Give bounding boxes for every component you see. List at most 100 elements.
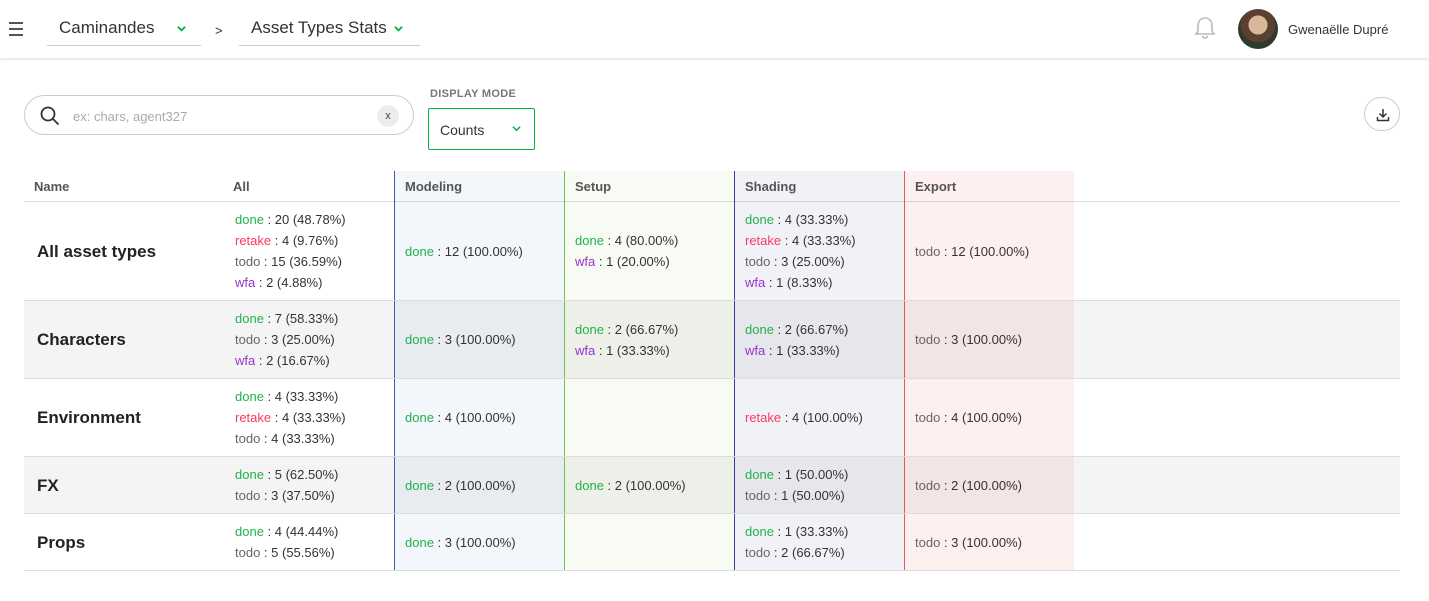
task-stats-cell: todo : 3 (100.00%) (904, 301, 1074, 378)
display-mode-select[interactable]: Counts (428, 108, 535, 150)
top-bar: Caminandes > Asset Types Stats Gwenaëlle… (0, 0, 1429, 58)
status-value: : 2 (4.88%) (255, 275, 323, 290)
search-icon (40, 106, 60, 126)
search-input[interactable] (73, 106, 363, 126)
task-stats-cell (564, 379, 734, 456)
task-stats-cell: done : 2 (100.00%) (394, 457, 564, 513)
task-stats-cell: done : 12 (100.00%) (394, 202, 564, 300)
status-stat: wfa : 1 (20.00%) (575, 251, 734, 272)
status-value: : 4 (33.33%) (263, 389, 339, 404)
header-modeling[interactable]: Modeling (394, 171, 564, 202)
status-value: : 3 (25.00%) (770, 254, 845, 269)
status-stat: wfa : 1 (33.33%) (575, 340, 734, 361)
table-header: Name All Modeling Setup Shading Export (24, 171, 1400, 202)
status-stat: todo : 4 (33.33%) (235, 428, 395, 449)
status-value: : 4 (33.33%) (781, 233, 856, 248)
status-value: : 2 (16.67%) (255, 353, 330, 368)
status-value: : 1 (33.33%) (765, 342, 840, 358)
status-value: : 4 (80.00%) (603, 233, 679, 248)
status-value: : 3 (37.50%) (260, 488, 335, 503)
status-stat: todo : 2 (66.67%) (745, 542, 904, 563)
status-value: : 4 (44.44%) (263, 524, 339, 539)
task-stats-cell: done : 4 (80.00%) wfa : 1 (20.00%) (564, 202, 734, 300)
menu-icon[interactable] (9, 22, 23, 36)
status-stat: wfa : 2 (16.67%) (235, 350, 395, 371)
status-value: : 4 (33.33%) (260, 431, 335, 446)
asset-type-name: Characters (37, 330, 126, 349)
status-stat: todo : 3 (37.50%) (235, 485, 395, 506)
status-stat: done : 3 (100.00%) (405, 532, 564, 553)
status-label: done (405, 477, 434, 493)
status-value: : 1 (50.00%) (773, 467, 849, 482)
user-name[interactable]: Gwenaëlle Dupré (1288, 22, 1388, 37)
header-export[interactable]: Export (904, 171, 1074, 202)
status-stat: done : 1 (33.33%) (745, 521, 904, 542)
status-stat: todo : 4 (100.00%) (915, 407, 1074, 428)
status-stat: retake : 4 (33.33%) (235, 407, 395, 428)
status-label: wfa (745, 275, 766, 290)
status-label: todo (235, 488, 261, 503)
status-value: : 3 (100.00%) (433, 332, 516, 347)
status-label: done (405, 332, 434, 347)
status-value: : 2 (66.67%) (770, 545, 845, 560)
status-value: : 2 (100.00%) (433, 477, 516, 493)
status-stat: done : 7 (58.33%) (235, 308, 395, 329)
status-label: done (405, 534, 434, 550)
status-label: wfa (575, 254, 596, 269)
section-selector[interactable]: Asset Types Stats (239, 14, 420, 46)
status-value: : 2 (66.67%) (603, 321, 679, 337)
table-row: All asset types done : 20 (48.78%) retake … (24, 202, 1400, 301)
asset-type-name: All asset types (37, 241, 157, 261)
breadcrumb-separator: > (215, 23, 223, 38)
status-stat: wfa : 2 (4.88%) (235, 272, 395, 293)
task-stats-cell: done : 2 (66.67%) wfa : 1 (33.33%) (734, 301, 904, 378)
status-stat: todo : 2 (100.00%) (915, 475, 1074, 496)
status-label: done (405, 410, 434, 425)
asset-type-name: Props (37, 532, 86, 552)
header-all[interactable]: All (233, 171, 383, 202)
status-label: todo (235, 254, 261, 269)
status-label: todo (745, 488, 771, 503)
status-label: todo (745, 545, 771, 560)
table-row: Environment done : 4 (33.33%) retake : 4 (… (24, 379, 1400, 457)
status-label: wfa (235, 353, 256, 368)
status-label: done (235, 524, 264, 539)
status-stat: todo : 15 (36.59%) (235, 251, 395, 272)
status-stat: wfa : 1 (33.33%) (745, 340, 904, 361)
status-value: : 5 (55.56%) (260, 545, 335, 560)
header-name[interactable]: Name (34, 171, 224, 202)
status-label: done (235, 212, 264, 227)
header-setup[interactable]: Setup (564, 171, 734, 202)
status-label: retake (745, 233, 782, 248)
status-stat: done : 2 (66.67%) (745, 319, 904, 340)
asset-type-name: Environment (37, 408, 141, 427)
status-label: todo (915, 410, 941, 425)
status-value: : 1 (20.00%) (595, 254, 670, 269)
status-value: : 4 (33.33%) (271, 410, 346, 425)
header-shading[interactable]: Shading (734, 171, 904, 202)
status-value: : 4 (100.00%) (940, 410, 1022, 425)
clear-search-button[interactable]: x (377, 105, 399, 127)
status-label: done (745, 467, 774, 482)
status-stat: done : 2 (100.00%) (575, 475, 734, 496)
all-stats-cell: done : 7 (58.33%) todo : 3 (25.00%) wfa : … (235, 301, 395, 378)
notification-bell-icon[interactable] (1192, 15, 1218, 41)
all-stats-cell: done : 4 (44.44%) todo : 5 (55.56%) (235, 514, 395, 570)
avatar[interactable] (1238, 9, 1278, 49)
task-stats-cell: done : 1 (50.00%) todo : 1 (50.00%) (734, 457, 904, 513)
status-stat: done : 2 (66.67%) (575, 319, 734, 340)
status-stat: done : 4 (100.00%) (405, 407, 564, 428)
status-label: done (235, 311, 264, 326)
status-value: : 4 (9.76%) (271, 233, 339, 248)
task-stats-cell: todo : 3 (100.00%) (904, 514, 1074, 570)
production-selector[interactable]: Caminandes (47, 14, 201, 46)
search-box: x (24, 95, 414, 135)
status-value: : 12 (100.00%) (940, 243, 1030, 259)
download-button[interactable] (1364, 97, 1400, 131)
status-stat: done : 4 (33.33%) (235, 386, 395, 407)
download-icon (1376, 109, 1390, 122)
task-stats-cell: done : 2 (66.67%) wfa : 1 (33.33%) (564, 301, 734, 378)
status-label: done (575, 321, 604, 337)
all-stats-cell: done : 5 (62.50%) todo : 3 (37.50%) (235, 457, 395, 513)
status-label: wfa (575, 342, 596, 358)
